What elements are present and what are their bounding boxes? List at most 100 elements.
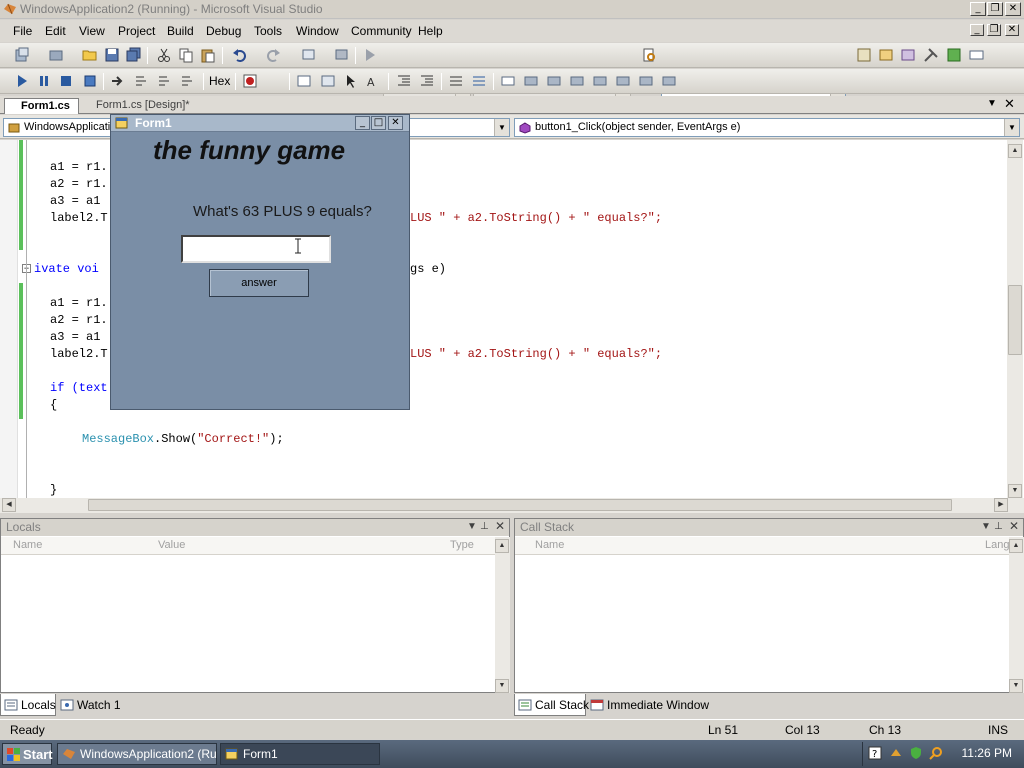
prev-bookmark-doc-icon[interactable] xyxy=(615,73,631,89)
step-into-icon[interactable] xyxy=(134,73,150,89)
locals-dropdown-icon[interactable]: ▼ xyxy=(467,521,477,532)
save-icon[interactable] xyxy=(104,47,120,63)
menu-file[interactable]: File xyxy=(13,24,32,38)
call-stack-pin-icon[interactable]: ⊥ xyxy=(994,521,1003,532)
start-page-icon[interactable] xyxy=(946,47,962,63)
taskbar-visual-studio[interactable]: WindowsApplication2 (Ru... xyxy=(57,743,217,765)
comment-icon[interactable] xyxy=(296,73,312,89)
menu-edit[interactable]: Edit xyxy=(45,24,66,38)
form1-window[interactable]: Form1 _ □ ✕ the funny game What's 63 PLU… xyxy=(110,114,410,410)
help-icon[interactable]: ? xyxy=(868,746,882,760)
tab-call-stack[interactable]: Call Stack xyxy=(514,694,589,716)
cut-icon[interactable] xyxy=(156,47,172,63)
mdi-restore-button[interactable]: ❐ xyxy=(987,24,1001,36)
step-out-icon[interactable] xyxy=(180,73,196,89)
form1-maximize-button[interactable]: □ xyxy=(371,116,386,130)
answer-button[interactable]: answer xyxy=(209,269,309,297)
mdi-minimize-button[interactable]: _ xyxy=(970,24,984,36)
redo-icon[interactable] xyxy=(265,47,281,63)
breakpoints-icon[interactable] xyxy=(242,73,258,89)
comment-lines-icon[interactable] xyxy=(448,73,464,89)
command-window-icon[interactable] xyxy=(969,47,985,63)
editor-horizontal-scrollbar[interactable]: ◀ ▶ xyxy=(0,498,1024,513)
locals-col-value[interactable]: Value xyxy=(158,539,185,551)
form1-title-bar[interactable]: Form1 _ □ ✕ xyxy=(111,115,409,132)
save-all-icon[interactable] xyxy=(126,47,142,63)
menu-community[interactable]: Community xyxy=(351,24,412,38)
object-browser-icon[interactable] xyxy=(900,47,916,63)
step-over-icon[interactable] xyxy=(157,73,173,89)
scroll-down-icon[interactable]: ▼ xyxy=(1008,484,1022,498)
menu-help[interactable]: Help xyxy=(418,24,443,38)
call-stack-dropdown-icon[interactable]: ▼ xyxy=(981,521,991,532)
close-document-icon[interactable]: ✕ xyxy=(1004,96,1015,112)
call-stack-col-lang[interactable]: Lang xyxy=(985,539,1009,551)
editor-vertical-scrollbar[interactable]: ▲ ▼ xyxy=(1007,140,1023,498)
navigate-forward-icon[interactable] xyxy=(334,47,350,63)
menu-debug[interactable]: Debug xyxy=(206,24,241,38)
scroll-up-icon[interactable]: ▲ xyxy=(1008,144,1022,158)
new-project-icon[interactable] xyxy=(14,47,30,63)
menu-tools[interactable]: Tools xyxy=(254,24,282,38)
answer-input[interactable] xyxy=(181,235,331,263)
continue-icon[interactable] xyxy=(14,73,30,89)
toolbox-icon[interactable] xyxy=(923,47,939,63)
network-icon[interactable] xyxy=(889,746,903,760)
start-button[interactable]: Start xyxy=(2,743,53,765)
add-item-icon[interactable] xyxy=(48,47,64,63)
taskbar-form1[interactable]: Form1 xyxy=(220,743,380,765)
uncomment-icon[interactable] xyxy=(320,73,336,89)
paste-icon[interactable] xyxy=(200,47,216,63)
next-bookmark-folder-icon[interactable] xyxy=(592,73,608,89)
horizontal-scroll-thumb[interactable] xyxy=(88,499,952,511)
copy-icon[interactable] xyxy=(178,47,194,63)
stop-debugging-icon[interactable] xyxy=(58,73,74,89)
menu-view[interactable]: View xyxy=(79,24,105,38)
pointer-icon[interactable] xyxy=(344,73,360,89)
call-stack-close-icon[interactable]: ✕ xyxy=(1009,519,1019,533)
tab-form1-design[interactable]: Form1.cs [Design]* xyxy=(80,98,198,114)
next-bookmark-icon[interactable] xyxy=(546,73,562,89)
locals-col-type[interactable]: Type xyxy=(450,539,474,551)
shield-icon[interactable] xyxy=(909,746,923,760)
call-stack-scroll-down-icon[interactable]: ▼ xyxy=(1009,679,1023,693)
bookmark-icon[interactable] xyxy=(500,73,516,89)
undo-icon[interactable] xyxy=(232,47,248,63)
tab-locals[interactable]: Locals xyxy=(0,694,56,716)
restore-button[interactable]: ❐ xyxy=(987,2,1003,16)
scroll-left-icon[interactable]: ◀ xyxy=(2,498,16,512)
start-debugging-icon[interactable] xyxy=(362,47,378,63)
locals-col-name[interactable]: Name xyxy=(13,539,42,551)
mdi-close-button[interactable]: ✕ xyxy=(1005,24,1019,36)
hex-toggle[interactable]: Hex xyxy=(209,74,230,88)
close-button[interactable]: ✕ xyxy=(1005,2,1021,16)
solution-explorer-icon[interactable] xyxy=(856,47,872,63)
minimize-button[interactable]: _ xyxy=(970,2,986,16)
text-icon[interactable]: A xyxy=(366,73,382,89)
next-bookmark-doc-icon[interactable] xyxy=(638,73,654,89)
menu-build[interactable]: Build xyxy=(167,24,194,38)
call-stack-scrollbar[interactable]: ▲ ▼ xyxy=(1009,537,1024,693)
class-combo-dropdown-icon[interactable]: ▼ xyxy=(494,119,509,136)
scroll-right-icon[interactable]: ▶ xyxy=(994,498,1008,512)
open-file-icon[interactable] xyxy=(82,47,98,63)
tab-watch-1[interactable]: Watch 1 xyxy=(57,694,123,716)
locals-scroll-down-icon[interactable]: ▼ xyxy=(495,679,509,693)
break-all-icon[interactable] xyxy=(36,73,52,89)
locals-pin-icon[interactable]: ⊥ xyxy=(480,521,489,532)
search-icon[interactable] xyxy=(929,746,943,760)
active-files-dropdown-icon[interactable]: ▼ xyxy=(987,98,997,109)
find-in-files-icon[interactable] xyxy=(641,47,657,63)
menu-project[interactable]: Project xyxy=(118,24,155,38)
member-combo-dropdown-icon[interactable]: ▼ xyxy=(1004,119,1019,136)
member-combo[interactable]: button1_Click(object sender, EventArgs e… xyxy=(514,118,1020,137)
vertical-scroll-thumb[interactable] xyxy=(1008,285,1022,355)
locals-scroll-up-icon[interactable]: ▲ xyxy=(495,539,509,553)
tab-immediate-window[interactable]: Immediate Window xyxy=(587,694,709,716)
menu-window[interactable]: Window xyxy=(296,24,339,38)
navigate-backward-icon[interactable] xyxy=(301,47,317,63)
locals-scrollbar[interactable]: ▲ ▼ xyxy=(495,537,510,693)
clear-bookmarks-icon[interactable] xyxy=(661,73,677,89)
show-next-statement-icon[interactable] xyxy=(110,73,126,89)
properties-icon[interactable] xyxy=(878,47,894,63)
